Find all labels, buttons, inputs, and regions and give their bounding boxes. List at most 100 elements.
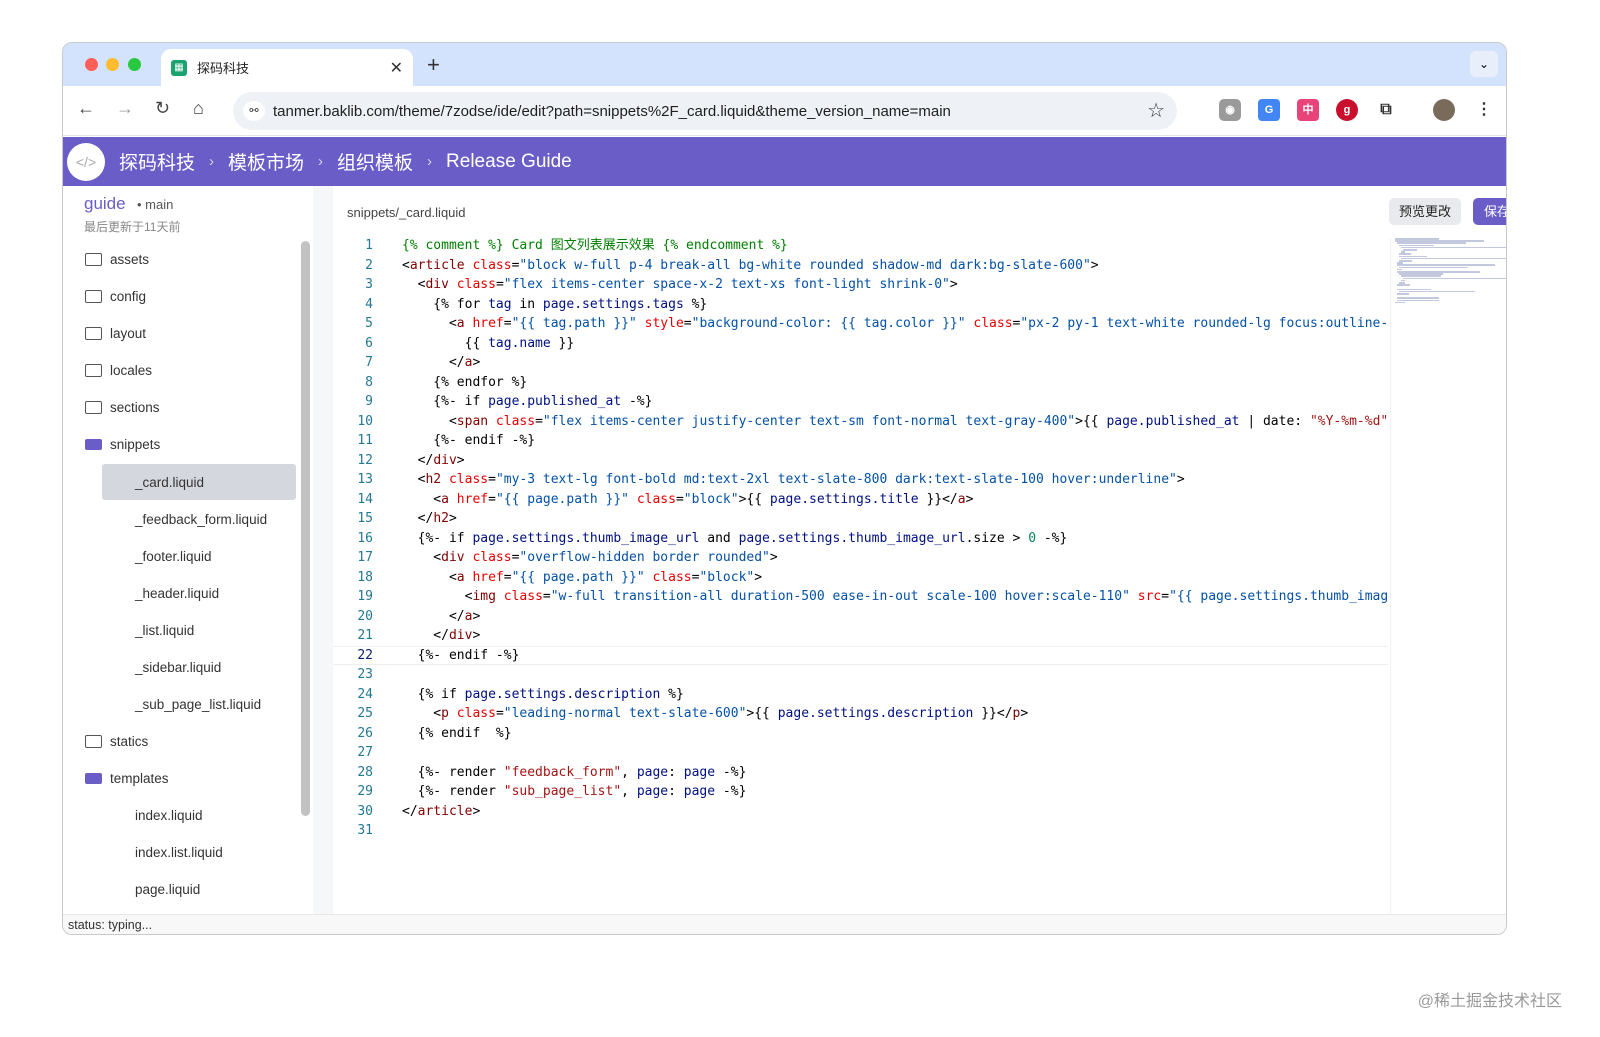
- code-line[interactable]: 30 </article>: [333, 802, 1388, 822]
- code-line[interactable]: 19 <img class="w-full transition-all dur…: [333, 587, 1388, 607]
- save-button[interactable]: 保存: [1473, 198, 1506, 225]
- code-line[interactable]: 1 {% comment %} Card 图文列表展示效果 {% endcomme…: [333, 236, 1388, 256]
- file-item[interactable]: index.liquid: [63, 797, 298, 833]
- google-translate-icon[interactable]: G: [1258, 99, 1280, 121]
- tab-search-button[interactable]: ⌄: [1470, 51, 1498, 77]
- file-item[interactable]: _sidebar.liquid: [63, 649, 298, 685]
- folder-item[interactable]: layout: [63, 315, 298, 351]
- folder-item[interactable]: config: [63, 278, 298, 314]
- file-item[interactable]: _list.liquid: [63, 612, 298, 648]
- file-item[interactable]: index.list.liquid: [63, 834, 298, 870]
- close-tab-icon[interactable]: ✕: [390, 58, 403, 78]
- file-item[interactable]: _footer.liquid: [63, 538, 298, 574]
- code-line[interactable]: 20 </a>: [333, 607, 1388, 627]
- code-line[interactable]: 3 <div class="flex items-center space-x-…: [333, 275, 1388, 295]
- line-text: {%- endif -%}: [402, 431, 535, 451]
- code-line[interactable]: 15 </h2>: [333, 509, 1388, 529]
- site-settings-icon[interactable]: ⚯: [243, 101, 265, 121]
- folder-item[interactable]: locales: [63, 352, 298, 388]
- line-number: 18: [357, 569, 373, 585]
- code-line[interactable]: 23: [333, 665, 1388, 685]
- close-window-button[interactable]: [85, 58, 98, 71]
- code-token: "flex items-center space-x-2 text-xs fon…: [503, 277, 950, 292]
- repo-name[interactable]: guide: [84, 194, 126, 214]
- code-line[interactable]: 2 <article class="block w-full p-4 break-…: [333, 256, 1388, 276]
- browser-tab[interactable]: ▦ 探码科技 ✕: [161, 49, 413, 86]
- forward-icon[interactable]: →: [116, 98, 134, 119]
- home-icon[interactable]: ⌂: [193, 98, 204, 119]
- folder-item[interactable]: snippets: [63, 426, 298, 462]
- code-token: h2: [433, 511, 449, 526]
- preview-changes-button[interactable]: 预览更改: [1389, 198, 1461, 225]
- code-line[interactable]: 31: [333, 821, 1388, 841]
- code-token: >: [472, 628, 481, 643]
- code-line[interactable]: 9 {%- if page.published_at -%}: [333, 392, 1388, 412]
- folder-icon: [85, 363, 102, 377]
- code-token: "leading-normal text-slate-600": [503, 706, 747, 721]
- code-line[interactable]: 16 {%- if page.settings.thumb_image_url …: [333, 529, 1388, 549]
- avatar[interactable]: [1433, 99, 1455, 121]
- code-line[interactable]: 6 {{ tag.name }}: [333, 334, 1388, 354]
- code-line[interactable]: 29 {%- render "sub_page_list", page: pag…: [333, 782, 1388, 802]
- code-line[interactable]: 14 <a href="{{ page.path }}" class="bloc…: [333, 490, 1388, 510]
- code-line[interactable]: 10 <span class="flex items-center justif…: [333, 412, 1388, 432]
- code-line[interactable]: 28 {%- render "feedback_form", page: pag…: [333, 763, 1388, 783]
- reload-icon[interactable]: ↻: [155, 98, 170, 119]
- file-item[interactable]: _card.liquid: [63, 464, 298, 500]
- tab-bar: ▦ 探码科技 ✕ + ⌄: [63, 43, 1506, 86]
- menu-kebab-icon[interactable]: ⋮: [1473, 99, 1495, 121]
- code-token: page: [683, 764, 716, 780]
- address-bar[interactable]: ⚯ tanmer.baklib.com/theme/7zodse/ide/edi…: [233, 92, 1177, 130]
- item-label: _footer.liquid: [135, 548, 212, 564]
- breadcrumb-item[interactable]: 探码科技: [119, 148, 195, 175]
- file-item[interactable]: _sub_page_list.liquid: [63, 686, 298, 722]
- breadcrumb-item[interactable]: 模板市场: [228, 148, 304, 175]
- minimize-window-button[interactable]: [106, 58, 119, 71]
- folder-item[interactable]: assets: [63, 241, 298, 277]
- url-text[interactable]: tanmer.baklib.com/theme/7zodse/ide/edit?…: [273, 103, 951, 120]
- line-text: {% comment %} Card 图文列表展示效果 {% endcommen…: [402, 236, 788, 256]
- camera-icon[interactable]: ◉: [1219, 99, 1241, 121]
- code-line[interactable]: 4 {% for tag in page.settings.tags %}: [333, 295, 1388, 315]
- code-token: class: [464, 257, 512, 273]
- file-item[interactable]: _feedback_form.liquid: [63, 501, 298, 537]
- code-line[interactable]: 18 <a href="{{ page.path }}" class="bloc…: [333, 568, 1388, 588]
- code-token: %}: [660, 686, 684, 702]
- extensions-puzzle-icon[interactable]: ⧉: [1375, 99, 1397, 121]
- grammarly-icon[interactable]: g: [1336, 99, 1358, 121]
- sidebar-scrollbar[interactable]: [301, 241, 310, 816]
- code-line[interactable]: 24 {% if page.settings.description %}: [333, 685, 1388, 705]
- file-item[interactable]: _header.liquid: [63, 575, 298, 611]
- code-line[interactable]: 13 <h2 class="my-3 text-lg font-bold md:…: [333, 470, 1388, 490]
- new-tab-button[interactable]: +: [427, 52, 440, 78]
- code-line[interactable]: 11 {%- endif -%}: [333, 431, 1388, 451]
- folder-item[interactable]: templates: [63, 760, 298, 796]
- translate-extension-icon[interactable]: 中: [1297, 99, 1319, 121]
- code-line[interactable]: 8 {% endfor %}: [333, 373, 1388, 393]
- breadcrumb-item[interactable]: 组织模板: [337, 148, 413, 175]
- file-item[interactable]: page.liquid: [63, 871, 298, 907]
- code-token: tag.name: [488, 335, 551, 351]
- back-icon[interactable]: ←: [77, 98, 95, 119]
- line-number: 9: [365, 394, 373, 409]
- code-line[interactable]: 26 {% endif %}: [333, 724, 1388, 744]
- minimap[interactable]: [1390, 238, 1506, 914]
- code-line[interactable]: 17 <div class="overflow-hidden border ro…: [333, 548, 1388, 568]
- panel-divider[interactable]: [313, 186, 333, 914]
- bookmark-star-icon[interactable]: ☆: [1147, 98, 1165, 123]
- folder-item[interactable]: statics: [63, 723, 298, 759]
- code-line[interactable]: 27: [333, 743, 1388, 763]
- item-label: statics: [110, 733, 149, 749]
- code-line[interactable]: 5 <a href="{{ tag.path }}" style="backgr…: [333, 314, 1388, 334]
- code-line[interactable]: 25 <p class="leading-normal text-slate-6…: [333, 704, 1388, 724]
- line-number: 17: [357, 550, 373, 565]
- maximize-window-button[interactable]: [128, 58, 141, 71]
- code-line[interactable]: 12 </div>: [333, 451, 1388, 471]
- folder-item[interactable]: sections: [63, 389, 298, 425]
- code-token: img: [472, 589, 496, 604]
- code-line[interactable]: 7 </a>: [333, 353, 1388, 373]
- code-area[interactable]: 1 {% comment %} Card 图文列表展示效果 {% endcomme…: [333, 236, 1388, 914]
- code-logo-icon[interactable]: </>: [67, 142, 105, 181]
- code-line[interactable]: 22 {%- endif -%}: [333, 645, 1388, 665]
- code-line[interactable]: 21 </div>: [333, 626, 1388, 646]
